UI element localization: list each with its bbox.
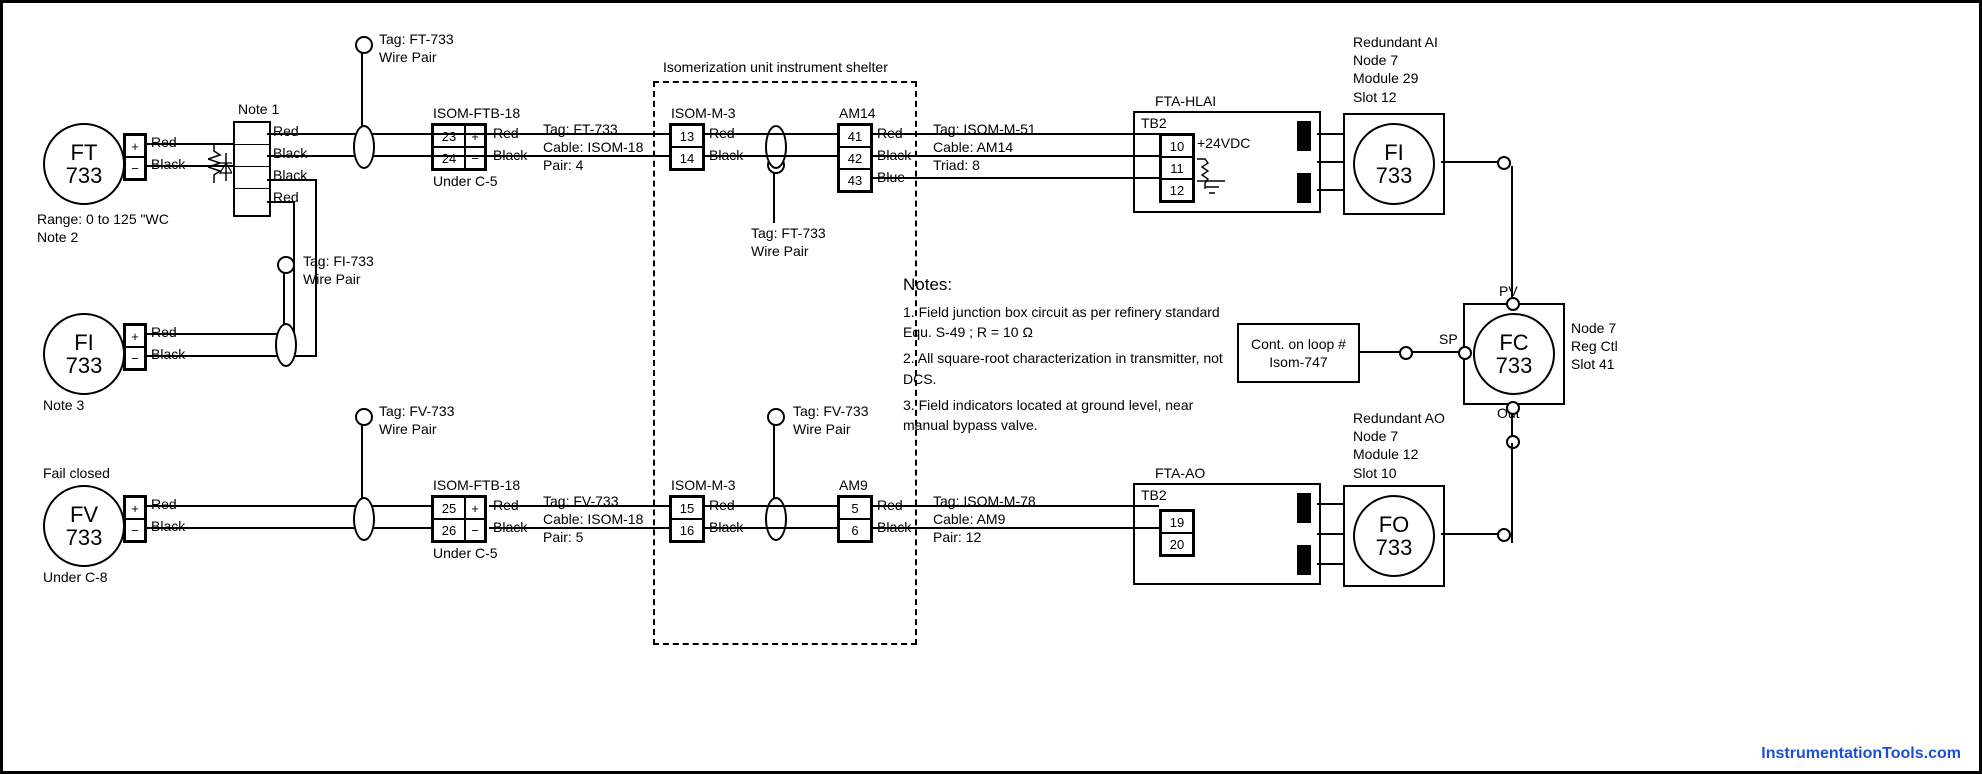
am14-terms: 41 42 43 [837,123,873,193]
ftb-loc: Under C-5 [433,173,498,189]
instrument-num: 733 [1376,164,1413,187]
fc-sp: SP [1439,331,1458,347]
cable-dn1-cable: Cable: ISOM-18 [543,511,643,527]
instrument-tag: FT [71,141,98,164]
flag-fv2-b: Wire Pair [793,421,851,437]
fta-hlai-name: FTA-HLAI [1155,93,1216,109]
flag-fv2-a: Tag: FV-733 [793,403,869,419]
cable-dn2-cable: Cable: AM9 [933,511,1005,527]
m3-upper: 13 14 [669,123,705,171]
wire-black: Black [151,518,185,534]
note-2: 2. All square-root characterization in t… [903,348,1233,389]
instrument-num: 733 [1496,354,1533,377]
cable-up1-cable: Cable: ISOM-18 [543,139,643,155]
r-ground-icon [1195,155,1245,201]
watermark: InstrumentationTools.com [1761,745,1961,763]
fta-ao-box: TB2 19 20 [1133,483,1321,585]
instrument-tag: FI [1384,141,1404,164]
dcs-fo-box: FO 733 [1343,485,1445,587]
connector-icon [1297,121,1311,151]
instrument-tag: FO [1379,513,1410,536]
wire-red: Red [151,324,177,340]
cable-dn1-pair: Pair: 5 [543,529,583,545]
instrument-tag: FV [70,503,98,526]
fta-hlai-box: TB2 10 11 12 +24VDC [1133,111,1321,213]
instrument-fv-733: FV 733 [43,485,125,567]
label-24vdc: +24VDC [1197,135,1250,151]
flag-ft-a: Tag: FT-733 [379,31,454,47]
am14-name: AM14 [839,105,876,121]
junction-box-note1 [233,121,271,217]
connector-icon [1297,173,1311,203]
fv-terminals: + − [123,495,147,543]
fc-desc: Node 7 Reg Ctl Slot 41 [1571,319,1618,374]
cable-up1-pair: Pair: 4 [543,157,583,173]
cable-up2-cable: Cable: AM14 [933,139,1013,155]
ft-note2: Note 2 [37,229,78,245]
flag-ft-b: Wire Pair [379,49,437,65]
wire-black: Black [151,156,185,172]
note-1: 1. Field junction box circuit as per ref… [903,302,1233,343]
notes-block: Notes: 1. Field junction box circuit as … [903,273,1233,435]
flag-fi-a: Tag: FI-733 [303,253,374,269]
ft-range: Range: 0 to 125 "WC [37,211,169,227]
cable-dn2-pair: Pair: 12 [933,529,981,545]
instrument-num: 733 [66,354,103,377]
ftb-name2: ISOM-FTB-18 [433,477,520,493]
note1-label: Note 1 [238,101,279,117]
instrument-num: 733 [1376,536,1413,559]
am9-terms: 5 6 [837,495,873,543]
flag-fi-b: Wire Pair [303,271,361,287]
ftb-name: ISOM-FTB-18 [433,105,520,121]
notes-title: Notes: [903,273,1233,298]
ftb-upper: 23+ 24− [431,123,487,171]
instrument-fi-733-field: FI 733 [43,313,125,395]
connector-icon [1297,545,1311,575]
note-3: 3. Field indicators located at ground le… [903,395,1233,436]
am9-name: AM9 [839,477,868,493]
m3-lower: 15 16 [669,495,705,543]
wire-red: Red [151,134,177,150]
wire-black: Black [151,346,185,362]
fv-fail: Fail closed [43,465,110,481]
flag-ft2-a: Tag: FT-733 [751,225,826,241]
m3-name: ISOM-M-3 [671,105,736,121]
connector-icon [1297,493,1311,523]
wire-red: Red [273,123,299,139]
instrument-num: 733 [66,526,103,549]
ft-terminals: + − [123,133,147,181]
fi-note3: Note 3 [43,397,84,413]
instrument-tag: FC [1499,331,1528,354]
cable-up2-triad: Triad: 8 [933,157,980,173]
ftb-lower: 25+ 26− [431,495,487,543]
cont-on-loop-box: Cont. on loop #Isom-747 [1237,323,1360,383]
fi-terminals: + − [123,323,147,371]
flag-ft2-b: Wire Pair [751,243,809,259]
instrument-tag: FI [74,331,94,354]
wire-red: Red [151,496,177,512]
flag-fv-a: Tag: FV-733 [379,403,455,419]
rc-network-icon [208,143,232,203]
flag-fv-b: Wire Pair [379,421,437,437]
wire-black: Black [273,145,307,161]
ftb-loc2: Under C-5 [433,545,498,561]
dcs-fc-box: FC 733 [1463,303,1565,405]
shelter-title: Isomerization unit instrument shelter [663,59,888,75]
m3-name2: ISOM-M-3 [671,477,736,493]
fv-loc: Under C-8 [43,569,108,585]
tb2-label: TB2 [1141,115,1167,131]
tb2-label2: TB2 [1141,487,1167,503]
fo-desc: Redundant AO Node 7 Module 12 Slot 10 [1353,409,1445,482]
dcs-fi-box: FI 733 [1343,113,1445,215]
instrument-num: 733 [66,164,103,187]
instrument-ft-733: FT 733 [43,123,125,205]
loop-diagram: FT 733 Range: 0 to 125 "WC Note 2 + − Re… [0,0,1982,774]
fi-dcs-desc: Redundant AI Node 7 Module 29 Slot 12 [1353,33,1438,106]
fta-ao-name: FTA-AO [1155,465,1205,481]
